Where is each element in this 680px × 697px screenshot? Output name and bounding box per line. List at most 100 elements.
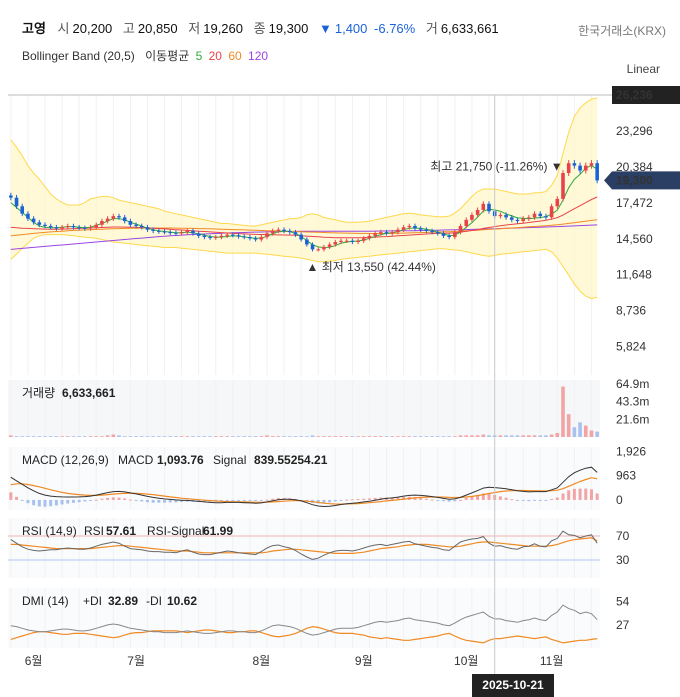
macd-histogram-bar — [345, 499, 349, 501]
volume-bar — [37, 436, 42, 437]
volume-bar — [60, 436, 64, 437]
indicator-legend[interactable]: Bollinger Band (20,5) 이동평균 5 20 60 120 — [22, 47, 271, 64]
volume-value: 6,633,661 — [62, 386, 116, 400]
macd-histogram-bar — [100, 498, 104, 500]
volume-bar — [111, 434, 116, 437]
macd-histogram-bar — [242, 499, 246, 501]
candle-body — [65, 225, 70, 228]
candle-body — [174, 232, 178, 234]
volume-bar — [191, 436, 195, 437]
macd-histogram-bar — [367, 498, 371, 500]
macd-histogram-bar — [265, 499, 269, 501]
macd-histogram-bar — [83, 499, 87, 502]
macd-y-tick: 1,926 — [616, 444, 646, 458]
candle-body — [208, 237, 212, 239]
volume-bar — [305, 436, 309, 437]
candle-body — [282, 229, 286, 231]
macd-histogram-bar — [459, 499, 463, 501]
volume-bar — [100, 436, 104, 437]
volume-bar — [259, 436, 264, 437]
candle-body — [287, 230, 292, 233]
candle-body — [26, 213, 30, 219]
volume-bar — [509, 435, 514, 437]
candle-body — [185, 230, 190, 233]
volume-bar — [157, 436, 161, 437]
rsi-y-tick: 70 — [616, 529, 630, 543]
candle-body — [265, 233, 269, 238]
candle-body — [521, 218, 525, 222]
macd-histogram-bar — [515, 499, 519, 501]
bollinger-legend[interactable]: Bollinger Band (20,5) — [22, 49, 135, 63]
scale-toggle-button[interactable]: Linear — [627, 62, 660, 76]
macd-histogram-bar — [441, 499, 445, 502]
volume-bar — [515, 435, 520, 437]
volume-bar — [521, 435, 525, 437]
x-axis-month-label: 10월 — [454, 654, 478, 668]
volume-bar — [487, 435, 491, 437]
macd-histogram-bar — [436, 499, 440, 501]
ma-legend-label[interactable]: 이동평균 — [145, 49, 189, 63]
candle-body — [544, 216, 548, 218]
volume-bar — [117, 435, 121, 437]
bollinger-band-fill — [10, 97, 598, 299]
volume-bar — [208, 436, 212, 437]
volume-bar — [242, 436, 247, 437]
chart-area[interactable]: 최고 21,750 (-11.26%) ▼ ▲ 최저 13,550 (42.44%… — [0, 85, 680, 675]
candle-body — [470, 214, 474, 220]
candle-body — [424, 229, 429, 231]
volume-bar — [396, 436, 400, 437]
macd-histogram-bar — [504, 497, 508, 500]
volume-bar — [578, 422, 582, 437]
macd-histogram-bar — [43, 499, 47, 507]
volume-bar — [532, 435, 537, 437]
macd-histogram-bar — [538, 499, 542, 501]
volume-bar — [43, 436, 47, 437]
candle-body — [117, 216, 121, 218]
volume-bar — [367, 436, 372, 437]
candle-body — [350, 240, 355, 242]
volume-bar — [54, 436, 59, 437]
candle-body — [538, 213, 543, 217]
macd-histogram-bar — [424, 498, 428, 500]
macd-histogram-bar — [555, 497, 559, 500]
ohlc-summary: 고영 시 20,200 고 20,850 저 19,260 종 19,300 ▼ 1,40… — [22, 18, 506, 37]
volume-bar — [344, 436, 349, 437]
macd-histogram-bar — [339, 499, 343, 501]
macd-histogram-bar — [231, 499, 235, 501]
candle-body — [430, 230, 434, 233]
candle-body — [305, 239, 309, 245]
volume-bar — [185, 436, 190, 437]
candle-body — [219, 235, 224, 238]
volume-bar — [418, 436, 423, 437]
volume-bar — [88, 436, 93, 437]
volume-bar — [287, 436, 292, 437]
candle-body — [418, 228, 423, 230]
candle-body — [583, 165, 588, 171]
macd-histogram-bar — [71, 499, 75, 503]
volume-bar — [213, 436, 218, 437]
volume-bar — [20, 436, 25, 437]
macd-histogram-bar — [37, 499, 41, 507]
candle-body — [498, 214, 503, 217]
candle-body — [327, 244, 332, 247]
volume-bar — [151, 436, 155, 437]
volume-bar — [527, 435, 531, 437]
candle-body — [151, 229, 155, 231]
candle-body — [191, 230, 195, 234]
macd-histogram-bar — [54, 499, 58, 506]
candle-body — [111, 216, 116, 219]
macd-histogram-bar — [419, 497, 423, 500]
candle-body — [179, 232, 184, 234]
macd-histogram-bar — [510, 499, 514, 501]
volume-bar — [333, 436, 338, 437]
volume-bar — [168, 436, 173, 437]
high-label: 고 — [122, 21, 135, 36]
volume-title: 거래량 — [22, 386, 55, 400]
macd-histogram-bar — [584, 488, 588, 500]
candle-body — [213, 237, 218, 239]
candle-body — [458, 225, 463, 233]
candle-body — [157, 230, 161, 232]
volume-y-tick: 64.9m — [616, 377, 649, 391]
candle-body — [555, 198, 560, 207]
candle-body — [248, 237, 252, 239]
